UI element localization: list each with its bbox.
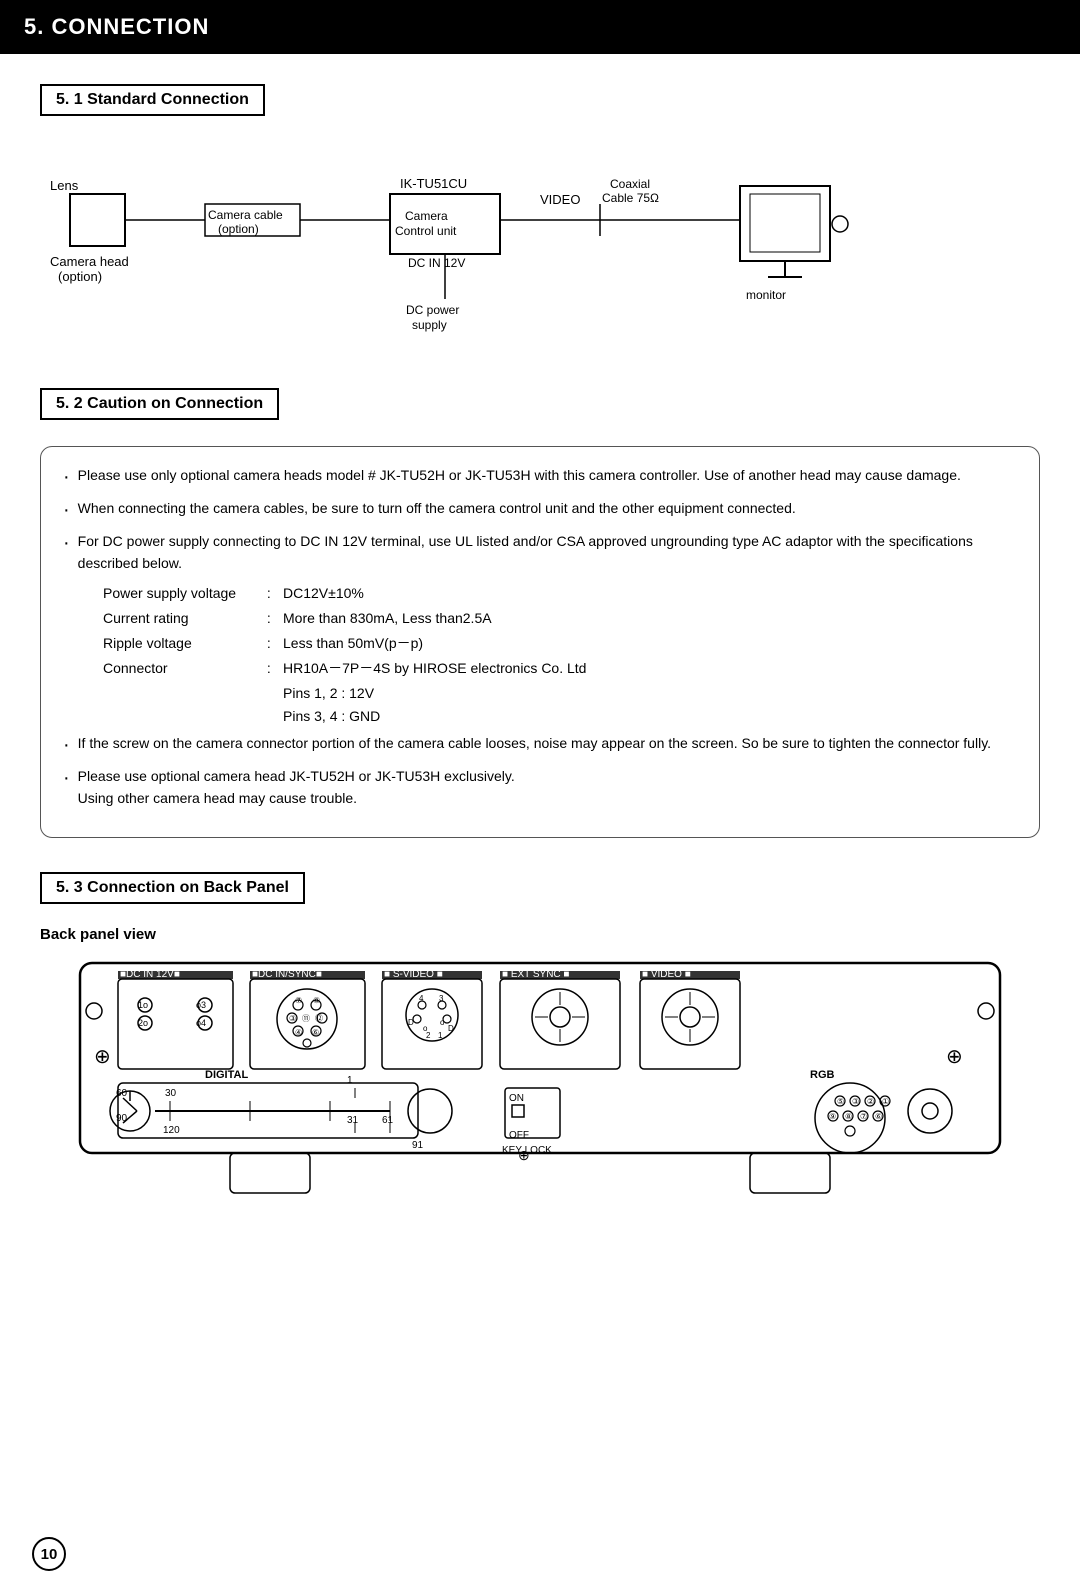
- svg-text:VIDEO: VIDEO: [540, 192, 580, 207]
- page-number: 10: [32, 1537, 66, 1571]
- svg-text:o: o: [440, 1018, 445, 1027]
- caution-bullet-5: Please use optional camera head JK-TU52H…: [63, 766, 1017, 809]
- svg-text:⊕: ⊕: [94, 1046, 111, 1068]
- caution-bullet-3: For DC power supply connecting to DC IN …: [63, 531, 1017, 574]
- svg-text:1o: 1o: [138, 1000, 148, 1010]
- svg-text:③: ③: [289, 1014, 296, 1023]
- back-panel-diagram: ⊕ ⊕ ■DC IN 12V■ 1o o3 2o o4 ■DC IN/SYNC■: [40, 953, 1040, 1213]
- spec-pins-1: Pins 1, 2 : 12V: [283, 683, 1017, 704]
- svg-text:o3: o3: [196, 1000, 206, 1010]
- svg-text:monitor: monitor: [746, 288, 786, 302]
- specs-table: Power supply voltage : DC12V±10% Current…: [103, 583, 1017, 727]
- svg-text:D: D: [448, 1024, 454, 1033]
- svg-text:⑧: ⑧: [845, 1112, 852, 1121]
- svg-text:DIGITAL: DIGITAL: [205, 1069, 248, 1081]
- svg-text:⑥: ⑥: [875, 1112, 882, 1121]
- svg-text:30: 30: [165, 1088, 177, 1099]
- spec-row-ripple: Ripple voltage : Less than 50mV(p－p): [103, 633, 1017, 654]
- svg-text:Lens: Lens: [50, 178, 79, 193]
- svg-text:⑨: ⑨: [829, 1112, 836, 1121]
- svg-text:⑦: ⑦: [295, 996, 302, 1005]
- spec-row-voltage: Power supply voltage : DC12V±10%: [103, 583, 1017, 604]
- svg-text:⑤: ⑤: [837, 1097, 844, 1106]
- svg-text:91: 91: [412, 1140, 424, 1151]
- svg-text:ON: ON: [509, 1093, 524, 1104]
- svg-text:DC IN 12V: DC IN 12V: [408, 256, 465, 270]
- svg-text:31: 31: [347, 1115, 359, 1126]
- svg-text:Camera: Camera: [405, 209, 448, 223]
- svg-text:60: 60: [116, 1088, 128, 1099]
- svg-text:⑦: ⑦: [860, 1112, 867, 1121]
- svg-text:Camera head: Camera head: [50, 254, 129, 269]
- spec-row-connector: Connector : HR10A－7P－4S by HIROSE electr…: [103, 658, 1017, 679]
- svg-text:61: 61: [382, 1115, 394, 1126]
- svg-text:⑧: ⑧: [313, 996, 320, 1005]
- spec-pins-2: Pins 3, 4 : GND: [283, 706, 1017, 727]
- svg-text:OFF: OFF: [509, 1130, 529, 1141]
- svg-text:④: ④: [295, 1028, 302, 1037]
- svg-text:DC power: DC power: [406, 303, 459, 317]
- svg-text:3: 3: [439, 994, 444, 1003]
- page-title: 5. CONNECTION: [0, 0, 1080, 54]
- svg-text:(option): (option): [58, 269, 102, 284]
- caution-box: Please use only optional camera heads mo…: [40, 446, 1040, 838]
- connection-diagram: Lens Camera head (option) Camera cable (…: [40, 144, 1040, 354]
- section-51-header: 5. 1 Standard Connection: [40, 84, 265, 116]
- svg-text:Cable 75Ω: Cable 75Ω: [602, 191, 659, 205]
- caution-bullet-2: When connecting the camera cables, be su…: [63, 498, 1017, 522]
- svg-text:②: ②: [867, 1097, 874, 1106]
- caution-bullet-1: Please use only optional camera heads mo…: [63, 465, 1017, 489]
- svg-text:⊕: ⊕: [946, 1046, 963, 1068]
- svg-text:90: 90: [116, 1113, 128, 1124]
- svg-text:D: D: [408, 1018, 414, 1027]
- svg-text:IK-TU51CU: IK-TU51CU: [400, 176, 467, 191]
- svg-text:RGB: RGB: [810, 1069, 835, 1081]
- svg-text:o4: o4: [196, 1018, 206, 1028]
- svg-text:Camera cable: Camera cable: [208, 208, 283, 222]
- caution-bullet-4: If the screw on the camera connector por…: [63, 733, 1017, 757]
- svg-text:Coaxial: Coaxial: [610, 177, 650, 191]
- section-53-header: 5. 3 Connection on Back Panel: [40, 872, 305, 904]
- svg-text:⑫: ⑫: [315, 1014, 323, 1023]
- back-panel-label: Back panel view: [40, 926, 1040, 943]
- svg-text:supply: supply: [412, 318, 447, 332]
- section-52-header: 5. 2 Caution on Connection: [40, 388, 279, 420]
- svg-text:1: 1: [438, 1031, 443, 1040]
- svg-text:⑪: ⑪: [302, 1014, 310, 1023]
- svg-text:2: 2: [426, 1031, 431, 1040]
- svg-text:2o: 2o: [138, 1018, 148, 1028]
- svg-text:120: 120: [163, 1125, 180, 1136]
- svg-text:③: ③: [852, 1097, 859, 1106]
- svg-text:4: 4: [419, 994, 424, 1003]
- svg-text:⊕: ⊕: [518, 1147, 530, 1163]
- spec-row-current: Current rating : More than 830mA, Less t…: [103, 608, 1017, 629]
- svg-text:①: ①: [882, 1097, 889, 1106]
- svg-text:Control unit: Control unit: [395, 224, 457, 238]
- svg-text:(option): (option): [218, 222, 259, 236]
- svg-text:1: 1: [347, 1075, 353, 1086]
- svg-text:⑥: ⑥: [312, 1028, 319, 1037]
